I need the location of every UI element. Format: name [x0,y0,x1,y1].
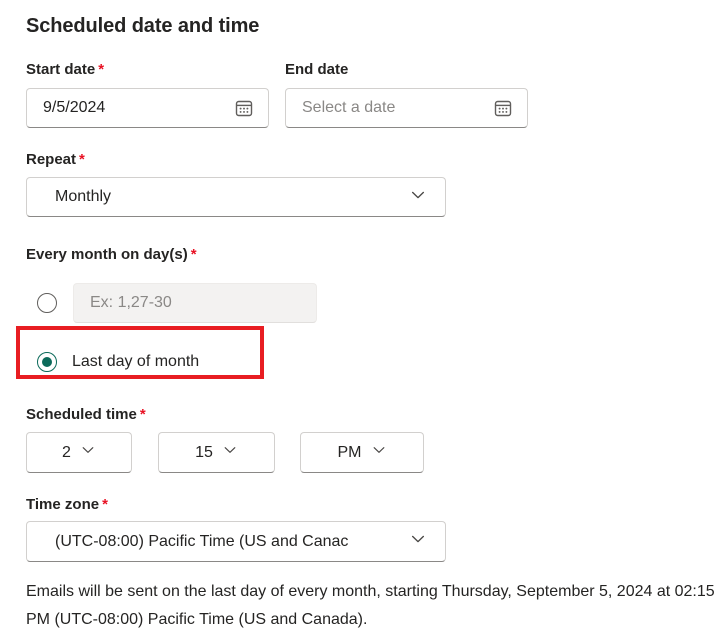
every-month-on-days-label-text: Every month on day(s) [26,246,188,263]
scheduled-date-and-time-form: Scheduled date and time Start date * 9/5/… [0,0,727,640]
radio-specific-days[interactable] [37,293,57,313]
scheduled-time-label-text: Scheduled time [26,406,137,423]
calendar-icon[interactable] [493,98,513,118]
repeat-value: Monthly [55,188,112,205]
time-zone-label: Time zone * [26,495,108,515]
repeat-dropdown[interactable]: Monthly [26,177,446,217]
scheduled-time-label: Scheduled time * [26,405,146,425]
chevron-down-icon[interactable] [409,530,427,553]
meridiem-value: PM [337,443,362,461]
meridiem-dropdown[interactable]: PM [300,432,424,473]
radio-last-day-of-month-label[interactable]: Last day of month [72,352,199,372]
end-date-label-text: End date [285,61,349,78]
end-date-input[interactable]: Select a date [285,88,528,128]
chevron-down-icon[interactable] [371,442,387,463]
end-date-placeholder: Select a date [302,99,396,116]
time-zone-dropdown[interactable]: (UTC-08:00) Pacific Time (US and Canac [26,521,446,562]
required-asterisk: * [139,406,146,423]
required-asterisk: * [102,496,108,513]
required-asterisk: * [98,61,105,78]
chevron-down-icon[interactable] [222,442,238,463]
minute-dropdown[interactable]: 15 [158,432,275,473]
calendar-icon[interactable] [234,98,254,118]
required-asterisk: * [190,246,197,263]
hour-dropdown[interactable]: 2 [26,432,132,473]
time-zone-value: (UTC-08:00) Pacific Time (US and Canac [55,532,349,550]
start-date-input[interactable]: 9/5/2024 [26,88,269,128]
start-date-label-text: Start date [26,61,96,78]
required-asterisk: * [79,151,85,168]
specific-days-placeholder: Ex: 1,27-30 [90,294,172,311]
chevron-down-icon[interactable] [80,442,96,463]
hour-value: 2 [62,443,71,461]
time-zone-label-text: Time zone [26,496,100,513]
chevron-down-icon[interactable] [409,186,427,209]
page-title: Scheduled date and time [26,15,260,37]
radio-last-day-of-month[interactable] [37,352,57,372]
start-date-label: Start date * [26,60,104,80]
schedule-summary-text: Emails will be sent on the last day of e… [26,583,715,628]
end-date-label: End date [285,60,348,80]
repeat-label-text: Repeat [26,151,77,168]
repeat-label: Repeat * [26,150,85,170]
minute-value: 15 [195,443,213,461]
specific-days-input[interactable]: Ex: 1,27-30 [73,283,317,323]
every-month-on-days-label: Every month on day(s) * [26,245,197,265]
start-date-value: 9/5/2024 [43,99,106,116]
radio-dot [42,357,52,367]
